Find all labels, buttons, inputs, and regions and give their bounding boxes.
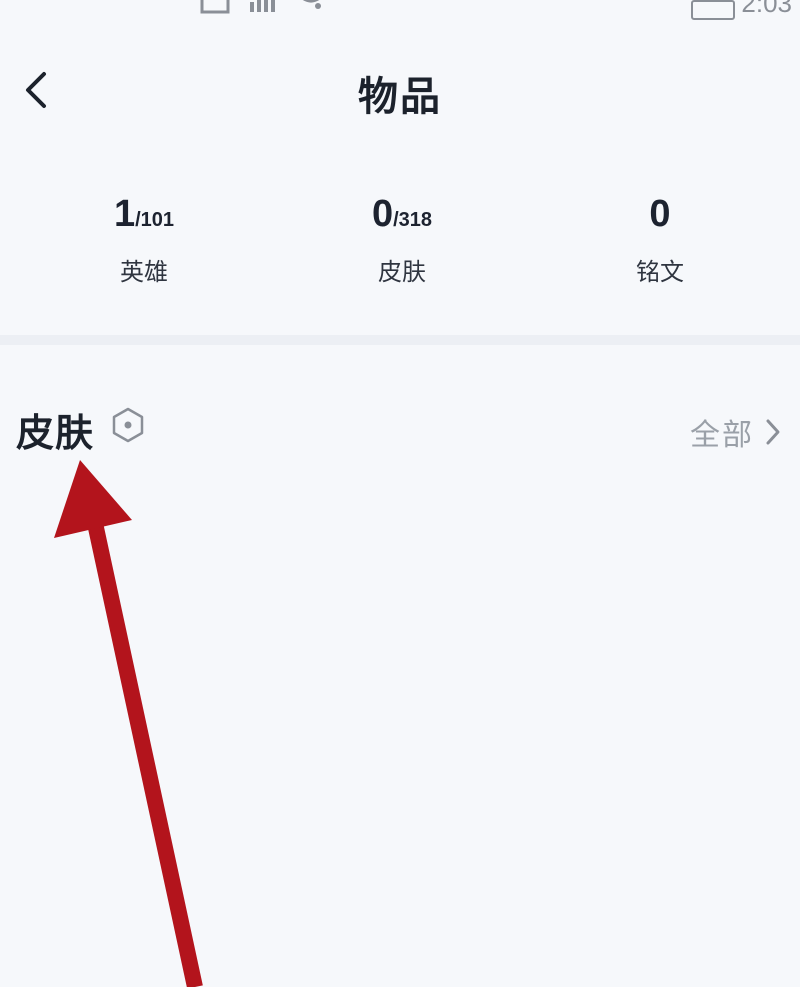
stat-total: /101 (135, 209, 175, 231)
signal-icon (250, 0, 275, 12)
stat-count: 1 (113, 193, 136, 235)
notification-icon (200, 0, 230, 14)
annotation-arrow (54, 460, 203, 987)
page-title: 物品 (358, 74, 442, 120)
section-title: 皮肤 (16, 411, 95, 455)
stat-total: /318 (393, 209, 433, 231)
status-bar: 2:03 (0, 0, 800, 22)
stat-heroes[interactable]: 1/101 英雄 (44, 190, 244, 287)
stat-skins[interactable]: 0/318 皮肤 (302, 190, 502, 287)
stat-value: 0 (560, 190, 760, 244)
view-all-link[interactable]: 全部 (690, 410, 782, 454)
status-icons-right: 2:03 (691, 0, 792, 20)
stat-inscriptions[interactable]: 0 铭文 (560, 190, 760, 287)
stat-label: 皮肤 (378, 258, 426, 286)
chevron-right-icon (766, 419, 780, 445)
header: 物品 (0, 52, 800, 128)
stat-value: 1/101 (44, 190, 244, 244)
status-time: 2:03 (741, 0, 792, 18)
section-divider (0, 335, 800, 345)
stat-value: 0/318 (302, 190, 502, 244)
stats-row: 1/101 英雄 0/318 皮肤 0 铭文 (0, 190, 800, 300)
stat-label: 英雄 (120, 258, 168, 286)
stat-count: 0 (371, 193, 394, 235)
stat-count: 0 (649, 193, 671, 235)
battery-icon (691, 0, 736, 20)
view-all-label: 全部 (690, 418, 754, 453)
wifi-icon (302, 0, 321, 9)
hexagon-settings-icon[interactable] (110, 406, 146, 444)
status-icons-left (200, 0, 326, 16)
stat-label: 铭文 (636, 258, 684, 286)
